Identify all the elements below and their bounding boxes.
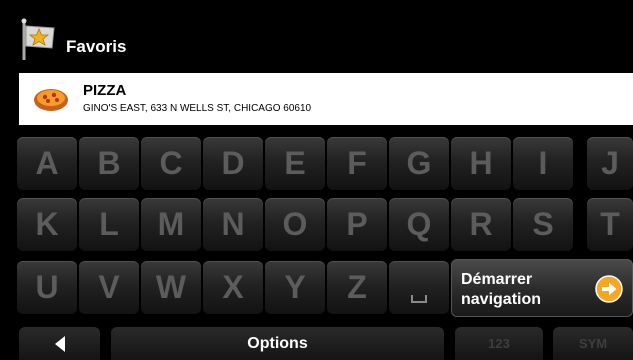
start-navigation-button[interactable]: Démarrer navigation: [451, 259, 633, 317]
symbol-mode-button[interactable]: SYM: [553, 327, 633, 360]
key-o[interactable]: O: [265, 198, 325, 251]
back-button[interactable]: [19, 327, 100, 360]
page-title: Favoris: [66, 37, 127, 56]
key-k[interactable]: K: [17, 198, 77, 251]
key-w[interactable]: W: [141, 261, 201, 314]
key-f[interactable]: F: [327, 137, 387, 190]
favorite-item[interactable]: PIZZA GINO'S EAST, 633 N WELLS ST, CHICA…: [19, 73, 633, 125]
key-e[interactable]: E: [265, 137, 325, 190]
space-bar-icon: [411, 294, 427, 303]
key-l[interactable]: L: [79, 198, 139, 251]
key-t[interactable]: T: [587, 198, 633, 251]
back-arrow-icon: [54, 335, 65, 352]
header-bar: Favoris: [0, 0, 633, 70]
key-d[interactable]: D: [203, 137, 263, 190]
key-b[interactable]: B: [79, 137, 139, 190]
key-x[interactable]: X: [203, 261, 263, 314]
key-i[interactable]: I: [513, 137, 573, 190]
key-h[interactable]: H: [451, 137, 511, 190]
options-button[interactable]: Options: [111, 327, 444, 360]
arrow-right-circle-icon: [595, 275, 623, 303]
key-p[interactable]: P: [327, 198, 387, 251]
key-z[interactable]: Z: [327, 261, 387, 314]
key-m[interactable]: M: [141, 198, 201, 251]
pizza-icon: [34, 89, 68, 111]
start-navigation-label-line1: Démarrer: [461, 271, 533, 288]
start-navigation-label-line2: navigation: [461, 291, 542, 308]
favorite-address: GINO'S EAST, 633 N WELLS ST, CHICAGO 606…: [83, 103, 312, 114]
key-g[interactable]: G: [389, 137, 449, 190]
key-v[interactable]: V: [79, 261, 139, 314]
key-q[interactable]: Q: [389, 198, 449, 251]
favorite-name: PIZZA: [83, 82, 127, 99]
key-c[interactable]: C: [141, 137, 201, 190]
favorite-flag-icon: [21, 18, 55, 60]
key-u[interactable]: U: [17, 261, 77, 314]
numeric-mode-button[interactable]: 123: [455, 327, 543, 360]
key-a[interactable]: A: [17, 137, 77, 190]
key-y[interactable]: Y: [265, 261, 325, 314]
key-r[interactable]: R: [451, 198, 511, 251]
key-n[interactable]: N: [203, 198, 263, 251]
key-s[interactable]: S: [513, 198, 573, 251]
key-j[interactable]: J: [587, 137, 633, 190]
key-space[interactable]: [389, 261, 449, 314]
